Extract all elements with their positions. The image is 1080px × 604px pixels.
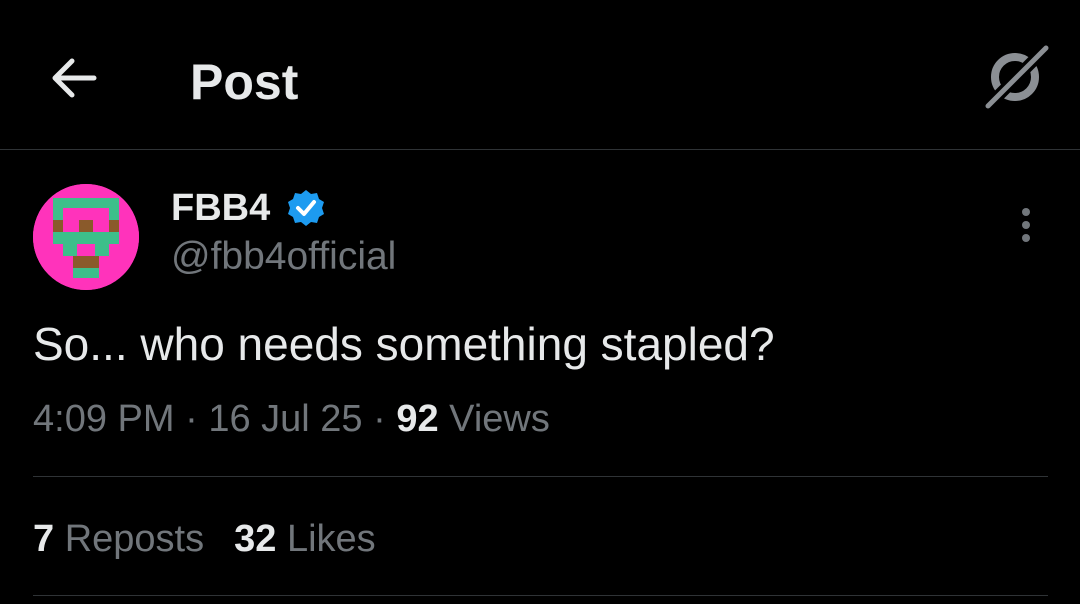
grok-button[interactable] bbox=[978, 42, 1052, 112]
likes-label: Likes bbox=[286, 518, 376, 560]
post-stats: 7 Reposts 32 Likes bbox=[33, 516, 406, 562]
more-options-button[interactable] bbox=[1004, 200, 1048, 250]
post-date[interactable]: 16 Jul 25 bbox=[208, 398, 362, 440]
arrow-left-icon bbox=[52, 58, 97, 98]
verified-badge-icon bbox=[288, 190, 324, 226]
pixel-avatar-image bbox=[33, 184, 139, 290]
reposts-stat[interactable]: 7 Reposts bbox=[33, 516, 204, 562]
post-time[interactable]: 4:09 PM bbox=[33, 398, 175, 440]
page-title: Post bbox=[190, 54, 299, 110]
divider bbox=[33, 595, 1048, 596]
grok-icon bbox=[982, 42, 1052, 112]
back-button[interactable] bbox=[44, 50, 104, 106]
likes-count: 32 bbox=[234, 518, 277, 560]
divider bbox=[33, 476, 1048, 477]
likes-stat[interactable]: 32 Likes bbox=[234, 516, 376, 562]
verified-badge bbox=[286, 188, 326, 228]
top-app-bar: Post bbox=[0, 0, 1080, 150]
more-vertical-icon bbox=[1022, 208, 1030, 242]
author-handle[interactable]: @fbb4official bbox=[171, 234, 396, 280]
reposts-label: Reposts bbox=[64, 518, 205, 560]
views-count: 92 bbox=[396, 398, 439, 440]
author-name[interactable]: FBB4 bbox=[171, 186, 270, 230]
author-avatar[interactable] bbox=[33, 184, 139, 290]
post-text: So... who needs something stapled? bbox=[33, 318, 775, 370]
views-label: Views bbox=[449, 398, 550, 440]
meta-separator: · bbox=[373, 398, 386, 440]
meta-separator: · bbox=[185, 398, 198, 440]
post-meta: 4:09 PM · 16 Jul 25 · 92 Views bbox=[33, 396, 550, 442]
reposts-count: 7 bbox=[33, 518, 55, 560]
